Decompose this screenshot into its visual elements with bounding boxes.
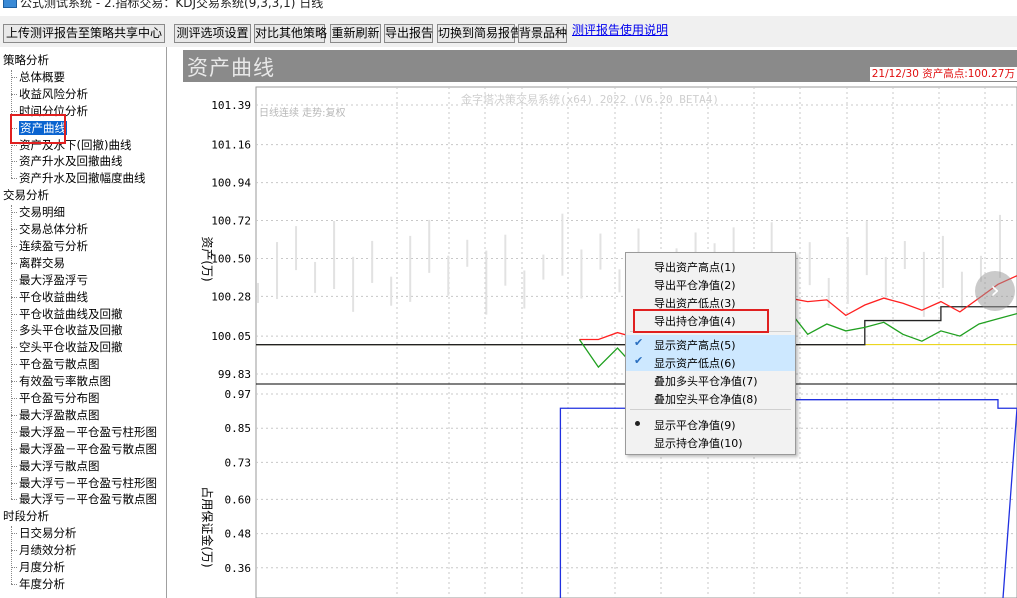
menu-item-label: 显示资产高点(5) [654,339,736,352]
checkmark-icon: ✔ [634,336,644,349]
y-tick-label: 0.36 [225,562,252,575]
menu-item-label: 导出资产高点(1) [654,261,736,274]
top-axis-label: 资产(万) [200,236,214,281]
tree-connector [11,178,17,180]
context-menu: 导出资产高点(1) 导出平仓净值(2) 导出资产低点(3) 导出持仓净值(4) ✔ 显示资… [625,252,796,455]
y-tick-label: 100.94 [211,177,251,190]
help-link[interactable]: 测评报告使用说明 [572,21,668,38]
sidebar-item[interactable]: 总体概要 [19,70,65,84]
export-report-button[interactable]: 导出报告 [384,24,433,43]
sidebar-item[interactable]: 资产升水及回撤幅度曲线 [19,171,146,185]
page-title: 资产曲线 [187,56,275,80]
sidebar-group[interactable]: 策略分析 [3,53,49,67]
menu-item[interactable]: 叠加多头平仓净值(7) [626,371,795,389]
y-tick-label: 100.28 [211,290,251,303]
upload-report-button[interactable]: 上传测评报告至策略共享中心 [3,24,165,43]
sidebar-item[interactable]: 最大浮盈浮亏 [19,273,88,287]
y-tick-label: 0.85 [225,422,252,435]
window-title: 公式测试系统 - 2.指标交易：KDJ交易系统(9,3,3,1) 日线 [20,0,324,10]
sidebar-item[interactable]: 月绩效分析 [19,543,77,557]
sidebar-item[interactable]: 平仓收益曲线 [19,290,88,304]
sidebar-item[interactable]: 月度分析 [19,560,65,574]
sidebar-item[interactable]: 多头平仓收益及回撤 [19,323,123,337]
sidebar-item[interactable]: 平仓收益曲线及回撤 [19,307,123,321]
menu-item[interactable]: 显示持仓净值(10) [626,433,795,451]
sidebar-item[interactable]: 资产升水及回撤曲线 [19,154,123,168]
toolbar: 上传测评报告至策略共享中心 测评选项设置 对比其他策略 重新刷新 导出报告 切换… [0,16,1017,46]
menu-item-label: 叠加多头平仓净值(7) [654,375,758,388]
menu-item[interactable]: ✔ 显示资产高点(5) [626,335,795,353]
chart-header: 资产曲线 21/12/30 资产高点:100.27万 [183,50,1017,82]
refresh-button[interactable]: 重新刷新 [330,24,381,43]
menu-highlight-box [633,309,769,333]
sidebar-item[interactable]: 空头平仓收益及回撤 [19,340,123,354]
sidebar-item[interactable]: 平仓盈亏散点图 [19,357,100,371]
app-icon [3,0,17,8]
sidebar-item[interactable]: 最大浮盈－平仓盈亏柱形图 [19,425,157,439]
menu-item-label: 导出平仓净值(2) [654,279,736,292]
chart-subtitle: 日线连续 走势:复权 [259,106,346,119]
tree-connector [11,205,12,500]
sidebar-item[interactable]: 收益风险分析 [19,87,88,101]
y-tick-label: 101.16 [211,139,251,152]
y-tick-label: 100.05 [211,330,251,343]
main-panel: 101.39 101.16 100.94 100.72 100.50 100.28 100.… [167,47,1017,598]
background-variety-button[interactable]: 背景品种 [518,24,567,43]
peak-label: 21/12/30 资产高点:100.27万 [869,67,1017,81]
tree-connector [11,583,17,585]
sidebar-item[interactable]: 日交易分析 [19,526,77,540]
sidebar-item[interactable]: 最大浮亏－平仓盈亏柱形图 [19,476,157,490]
sidebar-item[interactable]: 离群交易 [19,256,65,270]
next-arrow-icon[interactable]: › [975,271,1015,311]
menu-item-label: 显示持仓净值(10) [654,437,743,450]
sidebar-item[interactable]: 最大浮亏－平仓盈亏散点图 [19,492,157,506]
sidebar-item[interactable]: 年度分析 [19,577,65,591]
sidebar-item[interactable]: 交易明细 [19,205,65,219]
menu-item-label: 叠加空头平仓净值(8) [654,393,758,406]
chart-area[interactable]: 101.39 101.16 100.94 100.72 100.50 100.28 100.… [167,47,1017,598]
highlight-box [10,114,66,144]
bottom-axis-label: 占用保证金(万) [200,486,215,567]
compare-strategy-button[interactable]: 对比其他策略 [254,24,327,43]
sidebar-item[interactable]: 最大浮盈散点图 [19,408,100,422]
y-tick-label: 0.60 [225,493,252,506]
menu-separator [630,409,791,410]
y-tick-label: 0.73 [225,456,252,469]
menu-item[interactable]: 导出资产高点(1) [626,257,795,275]
menu-item-label: 显示资产低点(6) [654,357,736,370]
tree-connector [11,526,12,584]
y-tick-label: 101.39 [211,99,251,112]
menu-item[interactable]: 导出平仓净值(2) [626,275,795,293]
test-options-button[interactable]: 测评选项设置 [174,24,251,43]
sidebar-group[interactable]: 交易分析 [3,188,49,202]
tree-connector [11,499,17,501]
y-tick-label: 100.50 [211,252,251,265]
switch-simple-report-button[interactable]: 切换到简易报告 [437,24,522,43]
y-tick-label: 99.83 [218,368,251,381]
sidebar-item[interactable]: 平仓盈亏分布图 [19,391,100,405]
radio-dot-icon [635,421,640,426]
y-tick-label: 0.97 [225,388,252,401]
sidebar-group[interactable]: 时段分析 [3,509,49,523]
sidebar-item[interactable]: 连续盈亏分析 [19,239,88,253]
menu-item[interactable]: 显示平仓净值(9) [626,415,795,433]
checkmark-icon: ✔ [634,354,644,367]
sidebar-item[interactable]: 交易总体分析 [19,222,88,236]
y-tick-label: 100.72 [211,215,251,228]
sidebar-item[interactable]: 最大浮亏散点图 [19,459,100,473]
y-tick-label: 0.48 [225,528,252,541]
menu-item[interactable]: 叠加空头平仓净值(8) [626,389,795,407]
menu-item[interactable]: ✔ 显示资产低点(6) [626,353,795,371]
menu-item-label: 显示平仓净值(9) [654,419,736,432]
sidebar-item[interactable]: 有效盈亏率散点图 [19,374,111,388]
sidebar-item[interactable]: 最大浮盈－平仓盈亏散点图 [19,442,157,456]
watermark-text: 金字塔决策交易系统(x64) 2022 (V6.20 BETA4) [461,92,719,106]
title-bar: 公式测试系统 - 2.指标交易：KDJ交易系统(9,3,3,1) 日线 [0,0,1017,16]
